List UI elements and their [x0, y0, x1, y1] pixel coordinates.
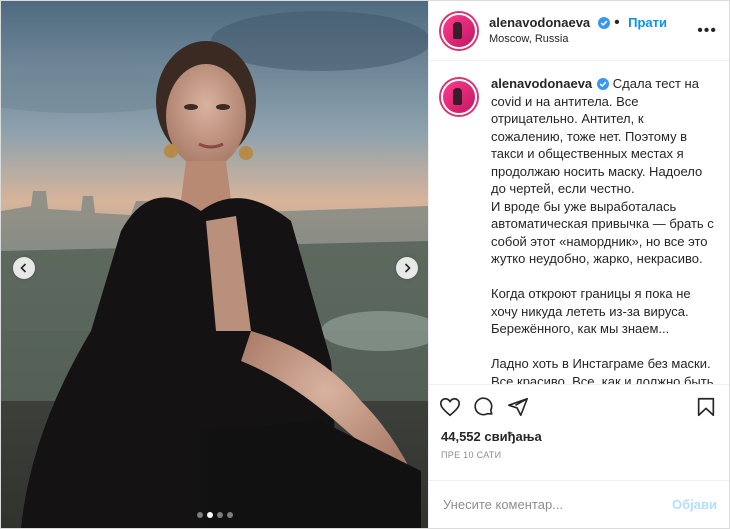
likes-count[interactable]: 44,552 свиђања	[429, 428, 729, 446]
caption-username[interactable]: alenavodonaeva	[491, 76, 592, 91]
post-media[interactable]	[1, 1, 428, 528]
like-button[interactable]	[439, 396, 461, 418]
action-bar	[429, 384, 729, 428]
post-header: alenavodonaeva • Прати Moscow, Russia ••…	[429, 1, 729, 61]
carousel-dot-active	[206, 512, 213, 518]
comment-input[interactable]	[441, 496, 673, 513]
comment-button[interactable]	[473, 396, 495, 418]
post-comment-button[interactable]: Објави	[672, 497, 717, 512]
caption-text: Сдала тест на covid и на антитела. Все о…	[491, 76, 714, 384]
add-comment-bar: Објави	[429, 480, 729, 528]
share-button[interactable]	[507, 396, 529, 418]
comments-section: alenavodonaeva Сдала тест на covid и на …	[429, 61, 729, 384]
caption-row: alenavodonaeva Сдала тест на covid и на …	[441, 75, 717, 384]
comment-icon	[474, 396, 493, 415]
caption: alenavodonaeva Сдала тест на covid и на …	[491, 75, 717, 384]
location-link[interactable]: Moscow, Russia	[489, 31, 667, 47]
chevron-right-icon	[404, 263, 411, 273]
chevron-left-icon	[20, 263, 27, 273]
like-icon	[440, 397, 460, 416]
carousel-next-button[interactable]	[396, 257, 418, 279]
share-icon	[508, 397, 528, 416]
carousel-indicator	[1, 512, 428, 518]
carousel-dot	[196, 512, 203, 518]
caption-avatar[interactable]	[441, 79, 477, 115]
post-time[interactable]: ПРЕ 10 САТИ	[429, 446, 729, 468]
verified-icon	[597, 16, 610, 29]
post-card: alenavodonaeva • Прати Moscow, Russia ••…	[0, 0, 730, 529]
carousel-dot	[226, 512, 233, 518]
more-options-icon[interactable]: •••	[697, 22, 717, 40]
separator-dot: •	[614, 13, 625, 31]
save-icon	[697, 397, 715, 416]
avatar[interactable]	[441, 12, 477, 49]
carousel-prev-button[interactable]	[13, 257, 35, 279]
header-text: alenavodonaeva • Прати Moscow, Russia	[489, 13, 667, 47]
save-button[interactable]	[695, 396, 717, 418]
verified-icon	[597, 78, 610, 90]
follow-button[interactable]: Прати	[628, 15, 667, 30]
post-sidebar: alenavodonaeva • Прати Moscow, Russia ••…	[428, 1, 729, 528]
username-link[interactable]: alenavodonaeva	[489, 15, 590, 30]
post-photo	[1, 1, 428, 528]
carousel-dot	[216, 512, 223, 518]
